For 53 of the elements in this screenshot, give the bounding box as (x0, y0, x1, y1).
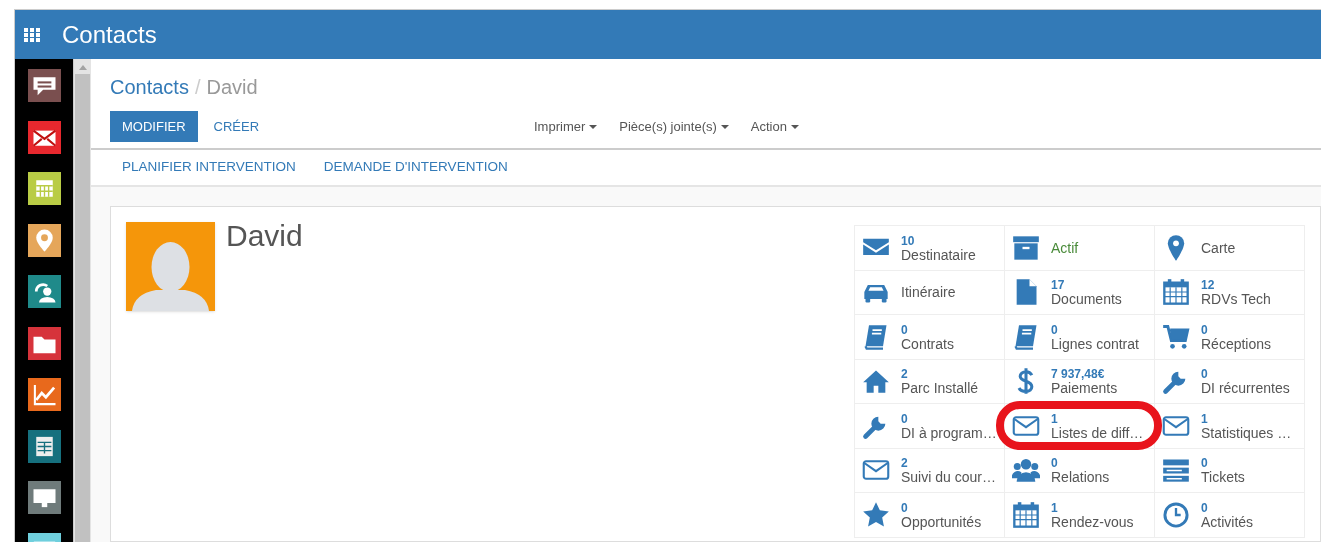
smart-button[interactable]: 0 Opportunités (855, 493, 1005, 538)
caret-icon (589, 124, 598, 129)
app-title: Contacts (62, 19, 157, 50)
apps-menu-icon[interactable] (23, 25, 41, 44)
smart-button[interactable]: 0 Relations (1005, 448, 1155, 493)
dropdown-menu[interactable]: Imprimer (534, 116, 598, 137)
clock-icon (1162, 500, 1190, 529)
smart-button[interactable]: 1 Rendez-vous (1005, 493, 1155, 538)
smart-button[interactable]: Carte (1155, 226, 1305, 271)
folder-app-icon[interactable] (27, 326, 61, 360)
people-icon (1012, 456, 1040, 485)
smart-button[interactable]: 0 DI à program… (855, 404, 1005, 449)
smart-button[interactable]: 1 Statistiques … (1155, 404, 1305, 449)
cart-icon (1162, 322, 1190, 351)
phone-user-app-icon[interactable] (27, 275, 61, 308)
edit-button[interactable]: MODIFIER (110, 111, 198, 142)
calendar-icon (1012, 500, 1040, 529)
smart-button[interactable]: 10 Destinataire (855, 226, 1005, 271)
smart-button[interactable]: Actif (1005, 226, 1155, 271)
smart-button[interactable]: 0 DI récurrentes (1155, 359, 1305, 404)
smart-button[interactable]: 0 Activités (1155, 493, 1305, 538)
smart-button[interactable]: 17 Documents (1005, 270, 1155, 315)
smart-button[interactable]: Itinéraire (855, 270, 1005, 315)
smart-button[interactable]: 0 Contrats (855, 315, 1005, 360)
map-pin-app-icon[interactable] (27, 223, 61, 257)
scrollbar-thumb[interactable] (75, 74, 90, 542)
smart-button[interactable]: 2 Suivi du cour… (855, 448, 1005, 493)
monitor-app-icon[interactable] (27, 481, 61, 514)
smart-button[interactable]: 0 Lignes contrat (1005, 315, 1155, 360)
breadcrumb-current: David (206, 75, 258, 100)
calendar-app-icon[interactable] (27, 172, 61, 205)
action-button[interactable]: DEMANDE D'INTERVENTION (323, 157, 508, 178)
smart-button[interactable]: 12 RDVs Tech (1155, 270, 1305, 315)
chat-app-icon[interactable] (27, 69, 61, 102)
caret-icon (720, 124, 729, 129)
dropdown-menu[interactable]: Action (750, 116, 799, 137)
mail-app-icon[interactable] (27, 120, 61, 154)
smart-button[interactable]: 0 Tickets (1155, 448, 1305, 493)
chart-app-icon[interactable] (27, 378, 61, 411)
scrollbar[interactable] (73, 59, 91, 542)
breadcrumb-link[interactable]: Contacts (110, 72, 189, 102)
contact-name: David (226, 218, 303, 254)
breadcrumb-separator: / (194, 75, 201, 100)
dropdown-menu[interactable]: Pièce(s) jointe(s) (619, 116, 729, 137)
star-icon (862, 500, 890, 529)
action-button[interactable]: PLANIFIER INTERVENTION (122, 157, 296, 178)
create-button[interactable]: CRÉER (199, 111, 274, 142)
calendar-icon (1162, 278, 1190, 307)
board-app-icon[interactable] (27, 429, 61, 463)
archive-box-icon (1012, 233, 1040, 262)
caret-icon (790, 124, 799, 129)
smart-button[interactable]: 2 Parc Installé (855, 359, 1005, 404)
smart-button[interactable]: 0 Réceptions (1155, 315, 1305, 360)
